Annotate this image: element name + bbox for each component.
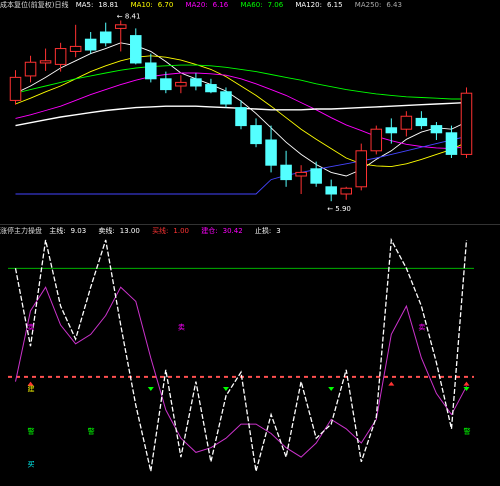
- candle-body: [99, 31, 112, 44]
- down-arrow-icon: [328, 387, 335, 392]
- candle-up: [175, 75, 187, 94]
- candle-up: [460, 87, 473, 158]
- candle-up: [9, 70, 22, 105]
- candle-body: [355, 150, 368, 188]
- candle-up: [355, 143, 368, 191]
- candle-body: [325, 186, 337, 195]
- candle-down: [205, 78, 217, 94]
- candle-up: [114, 20, 127, 52]
- candle-body: [220, 91, 232, 105]
- up-arrow-icon: [388, 381, 395, 386]
- candle-down: [265, 125, 277, 173]
- main-line: [14, 237, 468, 472]
- indicator-chart[interactable]: 卖卖卖建警警警买: [0, 226, 500, 486]
- candle-body: [415, 117, 428, 127]
- ma-line-ma60: [15, 64, 467, 100]
- candle-up: [39, 48, 52, 71]
- candle-down: [250, 118, 262, 148]
- candle-body: [430, 125, 443, 134]
- candle-body: [114, 24, 127, 29]
- candle-body: [370, 128, 383, 152]
- low-price-label: ← 5.90: [327, 205, 351, 213]
- up-arrow-icon: [463, 381, 470, 386]
- candle-down: [415, 111, 428, 130]
- candle-body: [175, 81, 187, 87]
- candle-body: [54, 48, 67, 65]
- candle-body: [84, 38, 97, 51]
- buy-marker: 买: [28, 461, 35, 469]
- candle-body: [460, 92, 473, 155]
- candle-down: [145, 53, 157, 83]
- candle-up: [295, 165, 307, 194]
- warn-marker: 警: [463, 427, 470, 436]
- candle-body: [235, 107, 247, 127]
- candle-body: [385, 127, 398, 134]
- candle-up: [370, 125, 383, 155]
- candle-down: [310, 161, 322, 187]
- candle-body: [145, 62, 157, 80]
- candle-body: [280, 164, 292, 181]
- candle-down: [99, 22, 112, 47]
- candle-down: [430, 122, 443, 140]
- candle-down: [130, 28, 142, 65]
- candle-body: [130, 35, 142, 64]
- candle-up: [340, 186, 352, 200]
- candle-body: [69, 45, 82, 52]
- candle-down: [325, 179, 337, 202]
- sell-marker: 卖: [418, 324, 425, 332]
- candle-up: [24, 55, 37, 83]
- candle-body: [310, 168, 322, 184]
- candle-up: [54, 42, 67, 72]
- up-arrow-icon: [27, 381, 34, 386]
- candle-body: [445, 132, 458, 155]
- warn-marker: 警: [28, 427, 35, 436]
- candle-body: [295, 171, 307, 177]
- candle-up: [69, 24, 82, 58]
- candle-body: [265, 139, 277, 166]
- sell-marker: 卖: [178, 324, 185, 332]
- candle-down: [220, 87, 232, 108]
- candle-down: [280, 150, 292, 187]
- candle-body: [205, 84, 217, 93]
- candle-body: [24, 61, 37, 77]
- candle-body: [250, 125, 262, 145]
- candle-body: [39, 60, 52, 64]
- candle-body: [400, 115, 413, 130]
- candle-down: [84, 32, 97, 54]
- candle-down: [445, 125, 458, 158]
- pane-divider: [0, 224, 500, 225]
- down-arrow-icon: [147, 387, 154, 392]
- warn-marker: 警: [88, 427, 95, 436]
- price-chart[interactable]: ← 8.41 ← 5.90: [0, 0, 500, 224]
- sell-marker: 卖: [28, 324, 35, 332]
- candle-body: [160, 78, 172, 91]
- candle-up: [400, 111, 413, 137]
- down-arrow-icon: [222, 387, 229, 392]
- candle-body: [190, 78, 202, 87]
- candle-body: [9, 76, 22, 101]
- candle-down: [190, 73, 202, 91]
- candle-down: [235, 100, 247, 130]
- candle-body: [340, 187, 352, 195]
- high-price-label: ← 8.41: [117, 12, 141, 20]
